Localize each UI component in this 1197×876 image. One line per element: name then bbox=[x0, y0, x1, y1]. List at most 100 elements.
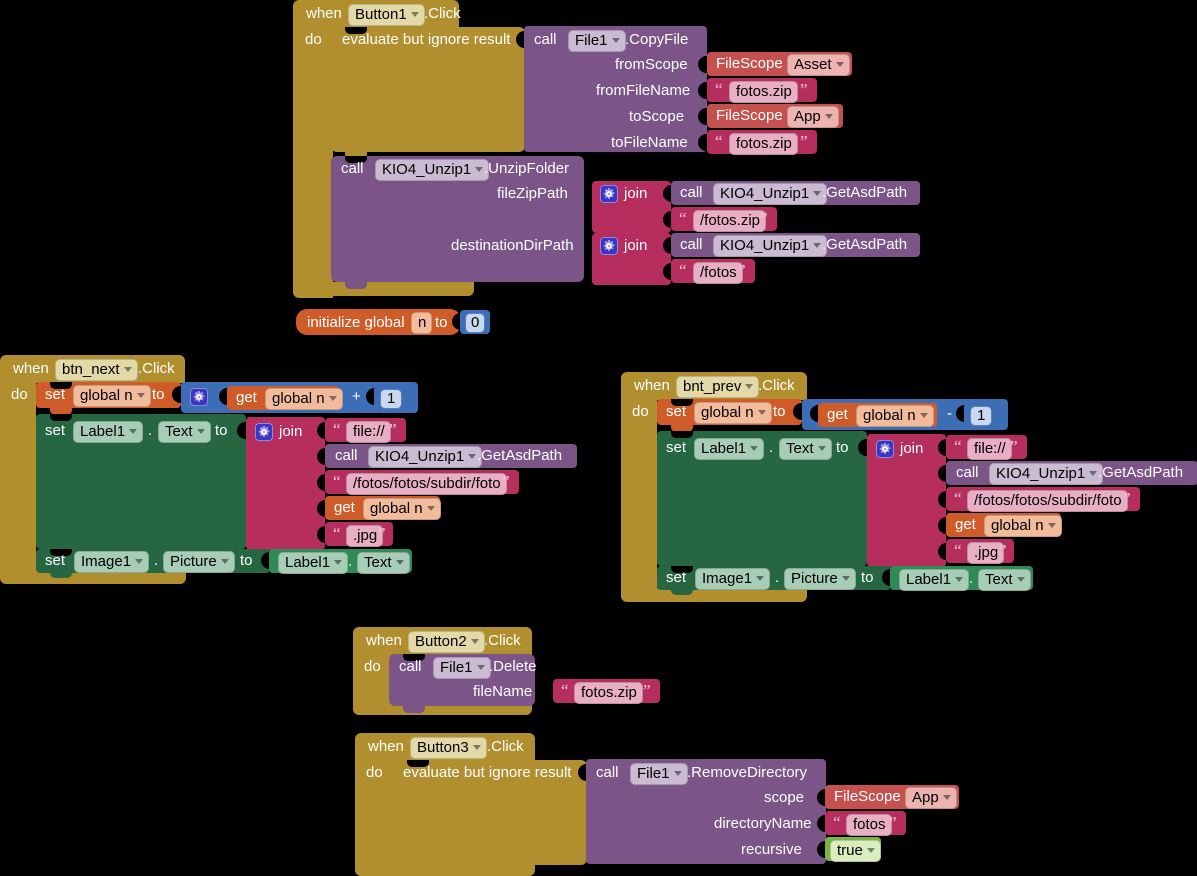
chevron-down-icon[interactable] bbox=[1016, 576, 1025, 582]
value-text-subdir-foto-prev[interactable]: “ /fotos/fotos/subdir/foto ” bbox=[946, 487, 1140, 512]
value-call-getasdpath-1[interactable]: call KIO4_Unzip1 .GetAsdPath bbox=[671, 181, 920, 205]
chevron-down-icon[interactable] bbox=[395, 559, 404, 565]
chevron-down-icon[interactable] bbox=[196, 428, 205, 434]
chevron-down-icon[interactable] bbox=[129, 428, 138, 434]
value-call-getasdpath-next[interactable]: call KIO4_Unzip1 .GetAsdPath bbox=[325, 444, 577, 468]
value-get-global-n-join-next[interactable]: get global n bbox=[325, 496, 441, 520]
text-value-fotos-zip-delete[interactable]: fotos.zip bbox=[574, 682, 643, 704]
event-component-bnt-prev[interactable]: bnt_prev bbox=[676, 376, 760, 398]
value-text-file-protocol-next[interactable]: “ file:// ” bbox=[325, 418, 406, 443]
value-get-global-n-join-prev[interactable]: get global n bbox=[946, 513, 1062, 537]
chevron-down-icon[interactable] bbox=[1089, 470, 1098, 476]
value-text-jpg-next[interactable]: “ .jpg ” bbox=[325, 522, 393, 547]
block-join-fileZipPath[interactable]: join bbox=[592, 181, 671, 233]
chevron-down-icon[interactable] bbox=[955, 576, 964, 582]
text-value-fotos-removedir[interactable]: fotos bbox=[846, 814, 892, 836]
value-text-fotos-zip-delete[interactable]: “ fotos.zip ” bbox=[553, 679, 660, 704]
chevron-down-icon[interactable] bbox=[468, 453, 477, 459]
set-label1-component-next[interactable]: Label1 bbox=[73, 421, 144, 443]
value-filescope-app-1[interactable]: FileScope App bbox=[707, 104, 843, 128]
value-text-fotos-removedir[interactable]: “ fotos ” bbox=[825, 811, 906, 836]
chevron-down-icon[interactable] bbox=[841, 575, 850, 581]
chevron-down-icon[interactable] bbox=[470, 638, 479, 644]
value-number-one-prev[interactable]: 1 bbox=[964, 403, 998, 427]
chevron-down-icon[interactable] bbox=[750, 445, 759, 451]
set-image1-component-next[interactable]: Image1 bbox=[74, 551, 150, 573]
event-component-button1[interactable]: Button1 bbox=[348, 4, 425, 26]
chevron-down-icon[interactable] bbox=[673, 770, 682, 776]
chevron-down-icon[interactable] bbox=[1047, 522, 1056, 528]
text-value-file-protocol-next[interactable]: file:// bbox=[346, 421, 391, 443]
value-label1-text-next[interactable]: Label1 . Text bbox=[269, 549, 412, 574]
event-component-button3[interactable]: Button3 bbox=[410, 737, 487, 759]
number-one-next-value[interactable]: 1 bbox=[380, 389, 403, 409]
value-get-global-n-prev[interactable]: get global n bbox=[818, 403, 937, 427]
chevron-down-icon[interactable] bbox=[123, 366, 132, 372]
value-text-jpg-prev[interactable]: “ .jpg ” bbox=[946, 539, 1014, 564]
text-value-fotos-zip-1[interactable]: fotos.zip bbox=[729, 81, 798, 103]
event-component-button2[interactable]: Button2 bbox=[408, 631, 485, 653]
set-global-var-next[interactable]: global n bbox=[73, 385, 151, 407]
chevron-down-icon[interactable] bbox=[334, 559, 343, 565]
chevron-down-icon[interactable] bbox=[220, 558, 229, 564]
gear-icon[interactable] bbox=[876, 440, 894, 458]
when-bnt-prev-body[interactable] bbox=[621, 398, 657, 594]
chevron-down-icon[interactable] bbox=[472, 744, 481, 750]
gear-icon[interactable] bbox=[600, 237, 618, 255]
value-call-getasdpath-prev[interactable]: call KIO4_Unzip1 .GetAsdPath bbox=[946, 461, 1197, 485]
set-image1-property-prev[interactable]: Picture bbox=[784, 568, 856, 590]
chevron-down-icon[interactable] bbox=[813, 190, 822, 196]
value-text-subdir-foto-next[interactable]: “ /fotos/fotos/subdir/foto ” bbox=[325, 470, 519, 495]
global-var-name-field[interactable]: n bbox=[411, 312, 433, 334]
value-call-getasdpath-2[interactable]: call KIO4_Unzip1 .GetAsdPath bbox=[671, 233, 920, 257]
when-button1-body[interactable] bbox=[293, 26, 333, 298]
set-label1-property-prev[interactable]: Text bbox=[779, 438, 832, 460]
text-value-file-protocol-prev[interactable]: file:// bbox=[967, 438, 1012, 460]
chevron-down-icon[interactable] bbox=[817, 445, 826, 451]
text-value-subdir-foto-prev[interactable]: /fotos/fotos/subdir/foto bbox=[967, 490, 1128, 512]
gear-icon[interactable] bbox=[255, 423, 273, 441]
call-component-removedirectory[interactable]: File1 bbox=[630, 763, 688, 785]
text-value-fotos-zip-path[interactable]: /fotos.zip bbox=[693, 210, 767, 232]
gear-icon[interactable] bbox=[190, 388, 208, 406]
chevron-down-icon[interactable] bbox=[611, 37, 620, 43]
chevron-down-icon[interactable] bbox=[756, 575, 765, 581]
value-filescope-app-2[interactable]: FileScope App bbox=[825, 785, 959, 809]
chevron-down-icon[interactable] bbox=[475, 166, 484, 172]
chevron-down-icon[interactable] bbox=[919, 412, 928, 418]
text-value-fotos-zip-2[interactable]: fotos.zip bbox=[729, 133, 798, 155]
global-var-name-value[interactable]: n bbox=[411, 312, 433, 334]
set-image1-property-next[interactable]: Picture bbox=[163, 551, 235, 573]
block-join-label-prev[interactable]: join bbox=[867, 434, 946, 567]
value-label1-text-prev[interactable]: Label1 . Text bbox=[890, 566, 1033, 591]
chevron-down-icon[interactable] bbox=[866, 847, 875, 853]
value-number-one-next[interactable]: 1 bbox=[374, 386, 408, 410]
value-text-fotos-zip-path[interactable]: “ /fotos.zip ” bbox=[671, 207, 777, 232]
chevron-down-icon[interactable] bbox=[328, 395, 337, 401]
call-component-unzipfolder[interactable]: KIO4_Unzip1 bbox=[375, 159, 490, 181]
chevron-down-icon[interactable] bbox=[410, 11, 419, 17]
value-text-fotos-dir[interactable]: “ /fotos ” bbox=[671, 259, 755, 284]
chevron-down-icon[interactable] bbox=[942, 794, 951, 800]
value-filescope-asset[interactable]: FileScope Asset bbox=[707, 52, 852, 76]
number-value-zero[interactable]: 0 bbox=[465, 313, 486, 333]
number-one-prev-value[interactable]: 1 bbox=[970, 406, 993, 426]
call-component-delete[interactable]: File1 bbox=[433, 657, 491, 679]
value-text-fotos-zip-2[interactable]: “ fotos.zip ” bbox=[707, 130, 817, 155]
chevron-down-icon[interactable] bbox=[824, 113, 833, 119]
chevron-down-icon[interactable] bbox=[426, 505, 435, 511]
set-global-var-prev[interactable]: global n bbox=[694, 402, 772, 424]
set-label1-component-prev[interactable]: Label1 bbox=[694, 438, 765, 460]
value-text-fotos-zip-1[interactable]: “ fotos.zip ” bbox=[707, 78, 817, 103]
chevron-down-icon[interactable] bbox=[745, 383, 754, 389]
chevron-down-icon[interactable] bbox=[136, 392, 145, 398]
value-logic-true[interactable]: true bbox=[825, 837, 881, 862]
event-component-btn-next[interactable]: btn_next bbox=[55, 359, 138, 381]
chevron-down-icon[interactable] bbox=[135, 558, 144, 564]
value-number-zero[interactable]: 0 bbox=[460, 310, 490, 334]
set-label1-property-next[interactable]: Text bbox=[158, 421, 211, 443]
call-component-copyfile[interactable]: File1 bbox=[568, 30, 626, 52]
block-join-destinationDirPath[interactable]: join bbox=[592, 233, 671, 285]
gear-icon[interactable] bbox=[600, 185, 618, 203]
text-value-subdir-foto-next[interactable]: /fotos/fotos/subdir/foto bbox=[346, 473, 507, 495]
